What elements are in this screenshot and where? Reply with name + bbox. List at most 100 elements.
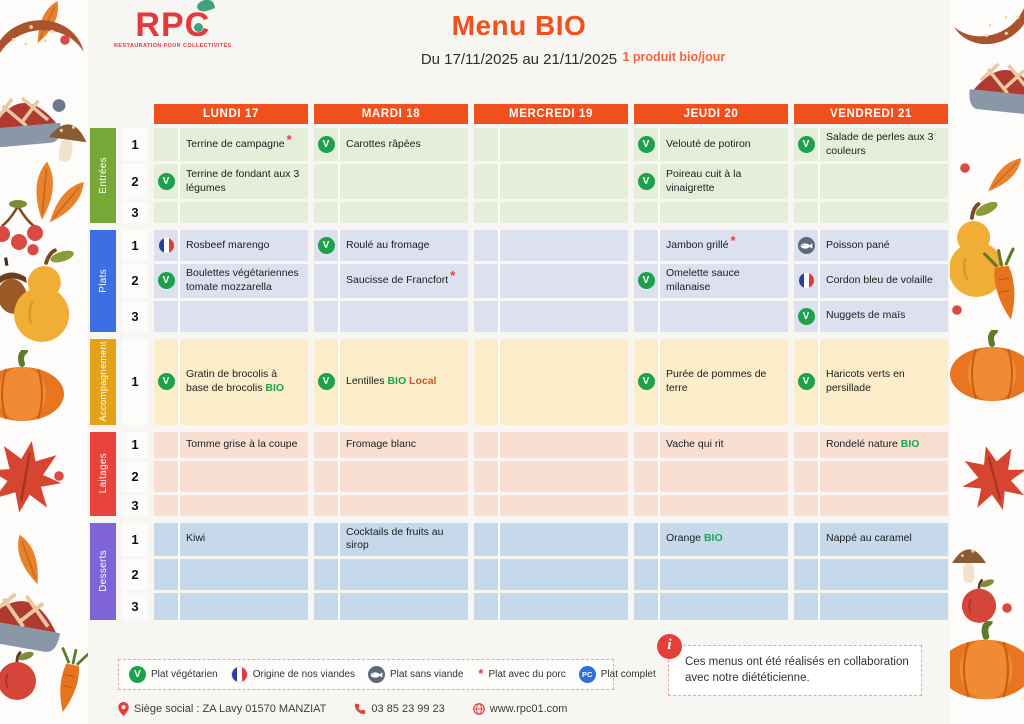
legend-item: V Plat végétarien: [129, 666, 218, 683]
footer-contact: Siège social : ZA Lavy 01570 MANZIAT 03 …: [118, 702, 567, 716]
website-item[interactable]: www.rpc01.com: [472, 703, 567, 715]
cell-icon-zone: V: [314, 230, 340, 262]
menu-cell: Cocktails de fruits au sirop: [314, 522, 468, 556]
menu-cell: V Velouté de potiron: [634, 128, 788, 162]
day-header: VENDREDI 21: [794, 104, 948, 124]
menu-cell: V Poireau cuit à la vinaigrette: [634, 164, 788, 200]
menu-cell: V Terrine de fondant aux 3 légumes: [154, 164, 308, 200]
dish-name: [660, 301, 788, 332]
section-label: Desserts: [90, 522, 116, 620]
menu-cell: V Boulettes végétariennes tomate mozzarel…: [154, 264, 308, 298]
cell-icon-zone: [474, 264, 500, 298]
cell-icon-zone: [474, 128, 500, 162]
menu-table: LUNDI 17 MARDI 18 MERCREDI 19 JEUDI 20 VENDR…: [88, 104, 950, 620]
dish-name: Rondelé nature BIO: [826, 437, 920, 450]
menu-cell: [634, 592, 788, 620]
dish-name: [660, 202, 788, 223]
phone-item: 03 85 23 99 23: [354, 703, 445, 715]
menu-cell: [154, 592, 308, 620]
menu-cell: V Haricots verts en persillade: [794, 338, 948, 425]
menu-cell: [474, 264, 628, 298]
cell-icon-zone: [794, 558, 820, 590]
day-header: MARDI 18: [314, 104, 468, 124]
menu-cell: [794, 202, 948, 224]
cell-icon-zone: [314, 522, 340, 556]
vegetarian-icon: V: [157, 173, 175, 191]
menu-cell: [314, 592, 468, 620]
menu-cell: V Purée de pommes de terre: [634, 338, 788, 425]
cell-icon-zone: V: [154, 338, 180, 425]
cell-icon-zone: [154, 202, 180, 224]
berry-illustration: [60, 35, 71, 49]
dish-name: Poisson pané: [826, 238, 890, 251]
french-flag-icon: [230, 666, 248, 683]
dish-name: [500, 128, 628, 161]
menu-cell: Terrine de campagne *: [154, 128, 308, 162]
section-label: Entrées: [90, 128, 116, 224]
vegetarian-icon: V: [157, 272, 175, 290]
cell-icon-zone: [634, 494, 660, 516]
menu-cell: Kiwi: [154, 522, 308, 556]
dish-name: [340, 301, 468, 332]
row-number: 1: [122, 128, 148, 162]
menu-cell: [474, 338, 628, 425]
legend-label: Plat avec du porc: [488, 669, 566, 680]
cell-icon-zone: V: [314, 338, 340, 425]
cell-icon-zone: [154, 494, 180, 516]
menu-cell: [634, 558, 788, 590]
dish-name: [500, 202, 628, 223]
menu-cell: [634, 460, 788, 492]
cell-icon-zone: V: [794, 338, 820, 425]
cell-icon-zone: [314, 558, 340, 590]
menu-cell: V Salade de perles aux 3 couleurs: [794, 128, 948, 162]
menu-section-laitages: Laitages 1 Tomme grise à la coupe Fromage b…: [90, 431, 948, 516]
menu-cell: [314, 460, 468, 492]
menu-cell: Orange BIO: [634, 522, 788, 556]
menu-cell: V Lentilles BIO Local: [314, 338, 468, 425]
menu-cell: [154, 300, 308, 332]
pumpkin-illustration: [950, 618, 1024, 706]
decoration-left-strip: [0, 0, 88, 724]
dish-name: Velouté de potiron: [666, 137, 751, 150]
dish-name: [180, 495, 308, 516]
dish-name: Purée de pommes de terre: [666, 367, 767, 394]
day-header: MERCREDI 19: [474, 104, 628, 124]
row-number: 1: [122, 230, 148, 262]
menu-section-entrées: Entrées 1 Terrine de campagne * V Carottes râ…: [90, 128, 948, 224]
menu-section-accompagnement: Accompagnement 1 V Gratin de brocolis à bas…: [90, 338, 948, 425]
menu-cell: [474, 522, 628, 556]
vegetarian-icon: V: [637, 136, 655, 154]
french-flag-icon: [797, 272, 815, 290]
apple-illustration: [0, 650, 40, 707]
row-number: 3: [122, 494, 148, 516]
dish-name: [180, 301, 308, 332]
menu-cell: [154, 202, 308, 224]
day-header-spacer: [122, 104, 148, 124]
menu-cell: V Gratin de brocolis à base de brocolis B…: [154, 338, 308, 425]
legend-item: Origine de nos viandes: [230, 666, 355, 683]
cell-icon-zone: [154, 522, 180, 556]
menu-cell: Jambon grillé *: [634, 230, 788, 262]
legend-label: Plat végétarien: [151, 669, 218, 680]
rpc-logo-text: RPC: [135, 0, 216, 42]
cell-icon-zone: [314, 494, 340, 516]
dish-name: Terrine de campagne *: [186, 131, 292, 150]
menu-cell: [474, 431, 628, 458]
dish-name: [340, 593, 468, 620]
cell-icon-zone: V: [314, 128, 340, 162]
cell-icon-zone: [474, 164, 500, 200]
menu-cell: Nappé au caramel: [794, 522, 948, 556]
dish-name: [340, 495, 468, 516]
menu-cell: [794, 164, 948, 200]
bio-tag: BIO: [900, 437, 920, 450]
cell-icon-zone: [794, 264, 820, 298]
menu-section-plats: Plats 1 Rosbeef marengo V Roulé au fromage Ja…: [90, 230, 948, 332]
berry-illustration: [952, 305, 963, 319]
dish-name: [500, 559, 628, 590]
dish-name: Haricots verts en persillade: [826, 367, 905, 394]
menu-cell: [314, 202, 468, 224]
dish-name: [500, 495, 628, 516]
menu-cell: [474, 230, 628, 262]
row-number: 3: [122, 592, 148, 620]
cell-icon-zone: [154, 230, 180, 262]
